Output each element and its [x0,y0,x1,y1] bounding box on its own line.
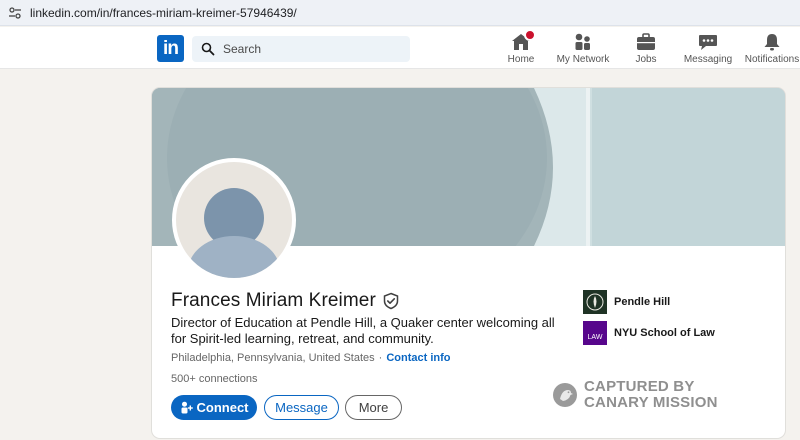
nyu-law-logo: LAW [583,321,607,345]
org-nyu-law-name: NYU School of Law [614,327,715,339]
connect-button[interactable]: Connect [171,395,257,420]
nav-home[interactable]: Home [507,29,536,66]
nyu-logo-text: LAW [587,334,603,341]
nav-notifications-label: Notifications [744,54,800,65]
contact-info-link[interactable]: Contact info [386,352,450,364]
org-pendle-hill[interactable]: Pendle Hill [583,290,670,314]
url-text[interactable]: linkedin.com/in/frances-miriam-kreimer-5… [30,6,297,20]
org-nyu-law[interactable]: LAW NYU School of Law [583,321,715,345]
bell-icon [764,34,780,51]
connections-count[interactable]: 500+ connections [171,373,258,385]
watermark-line2: CANARY MISSION [584,394,718,411]
connect-label: Connect [196,400,249,415]
watermark-line1: CAPTURED BY [584,378,695,395]
pendle-hill-logo [583,290,607,314]
profile-name: Frances Miriam Kreimer [171,290,376,311]
message-button[interactable]: Message [264,395,339,420]
profile-headline: Director of Education at Pendle Hill, a … [171,315,555,346]
more-button[interactable]: More [345,395,402,420]
site-settings-icon[interactable] [8,6,22,20]
search-icon [201,42,215,56]
search-input[interactable] [223,42,393,56]
nav-my-network-label: My Network [556,54,610,65]
nav-jobs-label: Jobs [635,54,657,65]
add-person-icon [181,401,193,414]
address-bar[interactable]: linkedin.com/in/frances-miriam-kreimer-5… [0,0,800,26]
org-pendle-hill-name: Pendle Hill [614,296,671,308]
notification-badge [524,29,536,41]
nav-jobs[interactable]: Jobs [634,32,658,66]
profile-location: Philadelphia, Pennsylvania, United State… [171,352,375,364]
canary-mission-watermark: CAPTURED BY CANARY MISSION [552,379,718,411]
nav-home-label: Home [507,54,535,65]
network-icon [575,33,590,50]
profile-avatar[interactable] [172,158,296,282]
top-navigation: in Home My Network [0,27,800,69]
separator-dot: · [378,352,383,364]
nav-my-network[interactable]: My Network [555,32,611,66]
canary-bird-icon [553,383,577,407]
avatar-body-shape [188,236,280,278]
profile-card: Frances Miriam Kreimer Director of Educa… [152,88,785,438]
briefcase-icon [637,33,655,50]
nav-messaging-label: Messaging [683,54,733,65]
nav-messaging[interactable]: Messaging [684,32,732,66]
search-bar[interactable] [192,36,410,62]
nav-notifications[interactable]: Notifications [744,32,800,66]
verified-shield-icon[interactable] [382,292,400,310]
linkedin-logo[interactable]: in [157,35,184,62]
messaging-icon [699,35,717,50]
